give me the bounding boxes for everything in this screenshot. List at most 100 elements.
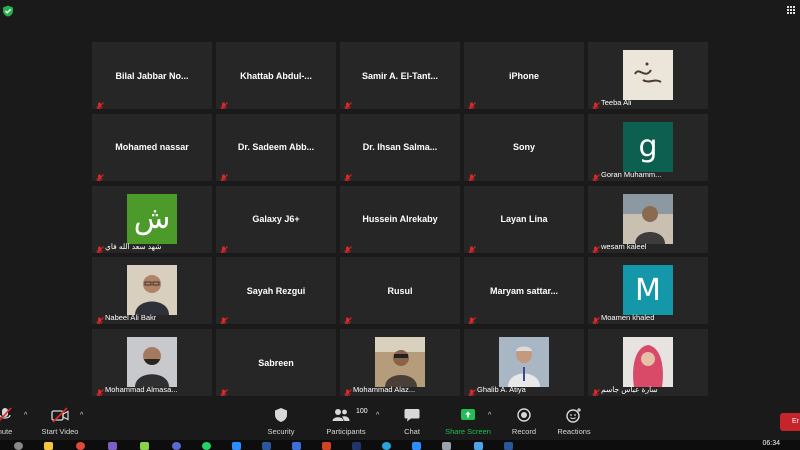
- participant-tile[interactable]: M Moamen khaled: [588, 257, 708, 325]
- participant-tile[interactable]: Samir A. El-Tant...: [340, 42, 460, 109]
- participant-tile[interactable]: Sabreen: [216, 329, 336, 396]
- participant-tile[interactable]: Ghalib A. Atiya: [464, 329, 584, 396]
- avatar-letter: g: [623, 121, 673, 172]
- participant-name: سارة عباس جاسم: [601, 385, 658, 394]
- chrome-taskbar-icon[interactable]: [76, 442, 85, 450]
- participant-tile[interactable]: Galaxy J6+: [216, 185, 336, 253]
- participant-name: Nabeel Ali Bakr: [105, 313, 157, 323]
- security-button[interactable]: Security: [262, 404, 300, 440]
- participants-count: 100: [356, 408, 368, 415]
- participant-name: Sabreen: [258, 357, 294, 368]
- participant-tile[interactable]: Khattab Abdul-...: [216, 42, 336, 109]
- participant-name: iPhone: [508, 70, 539, 81]
- chat-button[interactable]: Chat: [396, 404, 428, 440]
- record-icon: [517, 408, 531, 422]
- video-gallery: Bilal Jabbar No... Khattab Abdul-... Samir…: [92, 42, 708, 396]
- muted-mic-icon: [591, 385, 600, 396]
- avatar-letter: M: [623, 265, 673, 316]
- share-options-caret[interactable]: ^: [488, 412, 491, 419]
- participant-tile[interactable]: Bilal Jabbar No...: [92, 42, 212, 109]
- participant-tile[interactable]: Dr. Sadeem Abb...: [216, 113, 336, 181]
- participant-tile[interactable]: Rusul: [340, 257, 460, 325]
- participant-name: Teeba Ali: [601, 98, 632, 107]
- participant-tile[interactable]: Hussein Alrekaby: [340, 185, 460, 253]
- participant-tile[interactable]: iPhone: [464, 42, 584, 109]
- participant-name: Bilal Jabbar No...: [115, 70, 189, 81]
- participant-tile[interactable]: Layan Lina: [464, 185, 584, 253]
- mute-options-caret[interactable]: ^: [24, 412, 27, 419]
- file-explorer-taskbar-icon[interactable]: [44, 442, 53, 450]
- participant-tile[interactable]: Mohammad Alaz...: [340, 329, 460, 396]
- video-off-icon: [51, 407, 69, 423]
- participant-tile[interactable]: Sony: [464, 113, 584, 181]
- chat-icon: [404, 409, 420, 422]
- participant-tile[interactable]: g Goran Muhamm...: [588, 113, 708, 181]
- end-meeting-button[interactable]: Er: [780, 413, 800, 431]
- participant-tile[interactable]: سارة عباس جاسم: [588, 329, 708, 396]
- app-taskbar-icon[interactable]: [442, 442, 451, 450]
- participant-tile[interactable]: Sayah Rezgui: [216, 257, 336, 325]
- avatar-photo: [127, 337, 177, 387]
- muted-mic-icon: [467, 385, 476, 396]
- participant-tile[interactable]: Nabeel Ali Bakr: [92, 257, 212, 325]
- shield-icon: [275, 408, 287, 422]
- participant-name: Sony: [512, 142, 535, 153]
- avatar-photo: [375, 337, 425, 387]
- participant-tile[interactable]: Dr. Ihsan Salma...: [340, 113, 460, 181]
- participants-label: Participants: [326, 427, 366, 436]
- muted-mic-icon: [95, 242, 104, 253]
- app-taskbar-icon[interactable]: [292, 442, 301, 450]
- app-taskbar-icon[interactable]: [140, 442, 149, 450]
- mute-label: nute: [0, 427, 13, 436]
- participant-tile[interactable]: Teeba Ali: [588, 42, 708, 109]
- start-video-button[interactable]: Start Video: [38, 404, 82, 440]
- app-taskbar-icon[interactable]: [504, 442, 513, 450]
- avatar-letter: ش: [127, 193, 177, 244]
- participants-button[interactable]: 100 Participants: [322, 404, 370, 440]
- powerpoint-taskbar-icon[interactable]: [322, 442, 331, 450]
- participant-name: Galaxy J6+: [252, 214, 300, 224]
- participants-options-caret[interactable]: ^: [376, 412, 379, 419]
- participant-name: Khattab Abdul-...: [240, 70, 312, 81]
- app-taskbar-icon[interactable]: [382, 442, 391, 450]
- security-shield-icon[interactable]: [2, 5, 14, 17]
- avatar-photo: [623, 337, 673, 387]
- participant-name: Goran Muhamm...: [601, 169, 662, 179]
- participant-tile[interactable]: Mohammad Almasa...: [92, 329, 212, 396]
- share-screen-label: Share Screen: [445, 427, 491, 436]
- share-screen-button[interactable]: Share Screen: [444, 404, 492, 440]
- gallery-view-icon[interactable]: [787, 6, 796, 15]
- muted-mic-icon: [95, 385, 104, 396]
- participant-name: Dr. Ihsan Salma...: [362, 142, 438, 153]
- video-options-caret[interactable]: ^: [80, 412, 83, 419]
- chat-label: Chat: [404, 427, 420, 436]
- participant-name: Samir A. El-Tant...: [361, 70, 438, 81]
- meeting-toolbar: nute ^ Start Video ^ Security 100 Partic…: [0, 404, 800, 440]
- share-screen-icon: [461, 409, 475, 420]
- participant-tile[interactable]: Mohamed nassar: [92, 113, 212, 181]
- mute-button[interactable]: nute: [0, 404, 20, 440]
- whatsapp-taskbar-icon[interactable]: [202, 442, 211, 450]
- participant-tile[interactable]: ش شهد سعد الله فاي: [92, 185, 212, 253]
- participant-name: Ghalib A. Atiya: [477, 385, 526, 394]
- app-taskbar-icon[interactable]: [232, 442, 241, 450]
- participant-name: Sayah Rezgui: [246, 285, 306, 296]
- participant-name: Moamen khaled: [601, 313, 655, 323]
- app-taskbar-icon[interactable]: [352, 442, 361, 450]
- app-taskbar-icon[interactable]: [474, 442, 483, 450]
- participant-name: Maryam sattar...: [489, 285, 559, 296]
- app-taskbar-icon[interactable]: [172, 442, 181, 450]
- search-taskbar-icon[interactable]: [14, 442, 23, 450]
- participant-name: Rusul: [387, 285, 413, 296]
- participant-name: Dr. Sadeem Abb...: [237, 142, 315, 153]
- zoom-taskbar-icon[interactable]: [412, 442, 421, 450]
- participant-tile[interactable]: wesam kaleel: [588, 185, 708, 253]
- participant-name: شهد سعد الله فاي: [105, 241, 162, 251]
- participant-tile[interactable]: Maryam sattar...: [464, 257, 584, 325]
- app-taskbar-icon[interactable]: [108, 442, 117, 450]
- record-button[interactable]: Record: [507, 404, 541, 440]
- reactions-button[interactable]: Reactions: [554, 404, 594, 440]
- participant-name: Mohamed nassar: [115, 142, 189, 153]
- muted-mic-icon: [591, 98, 600, 109]
- word-taskbar-icon[interactable]: [262, 442, 271, 450]
